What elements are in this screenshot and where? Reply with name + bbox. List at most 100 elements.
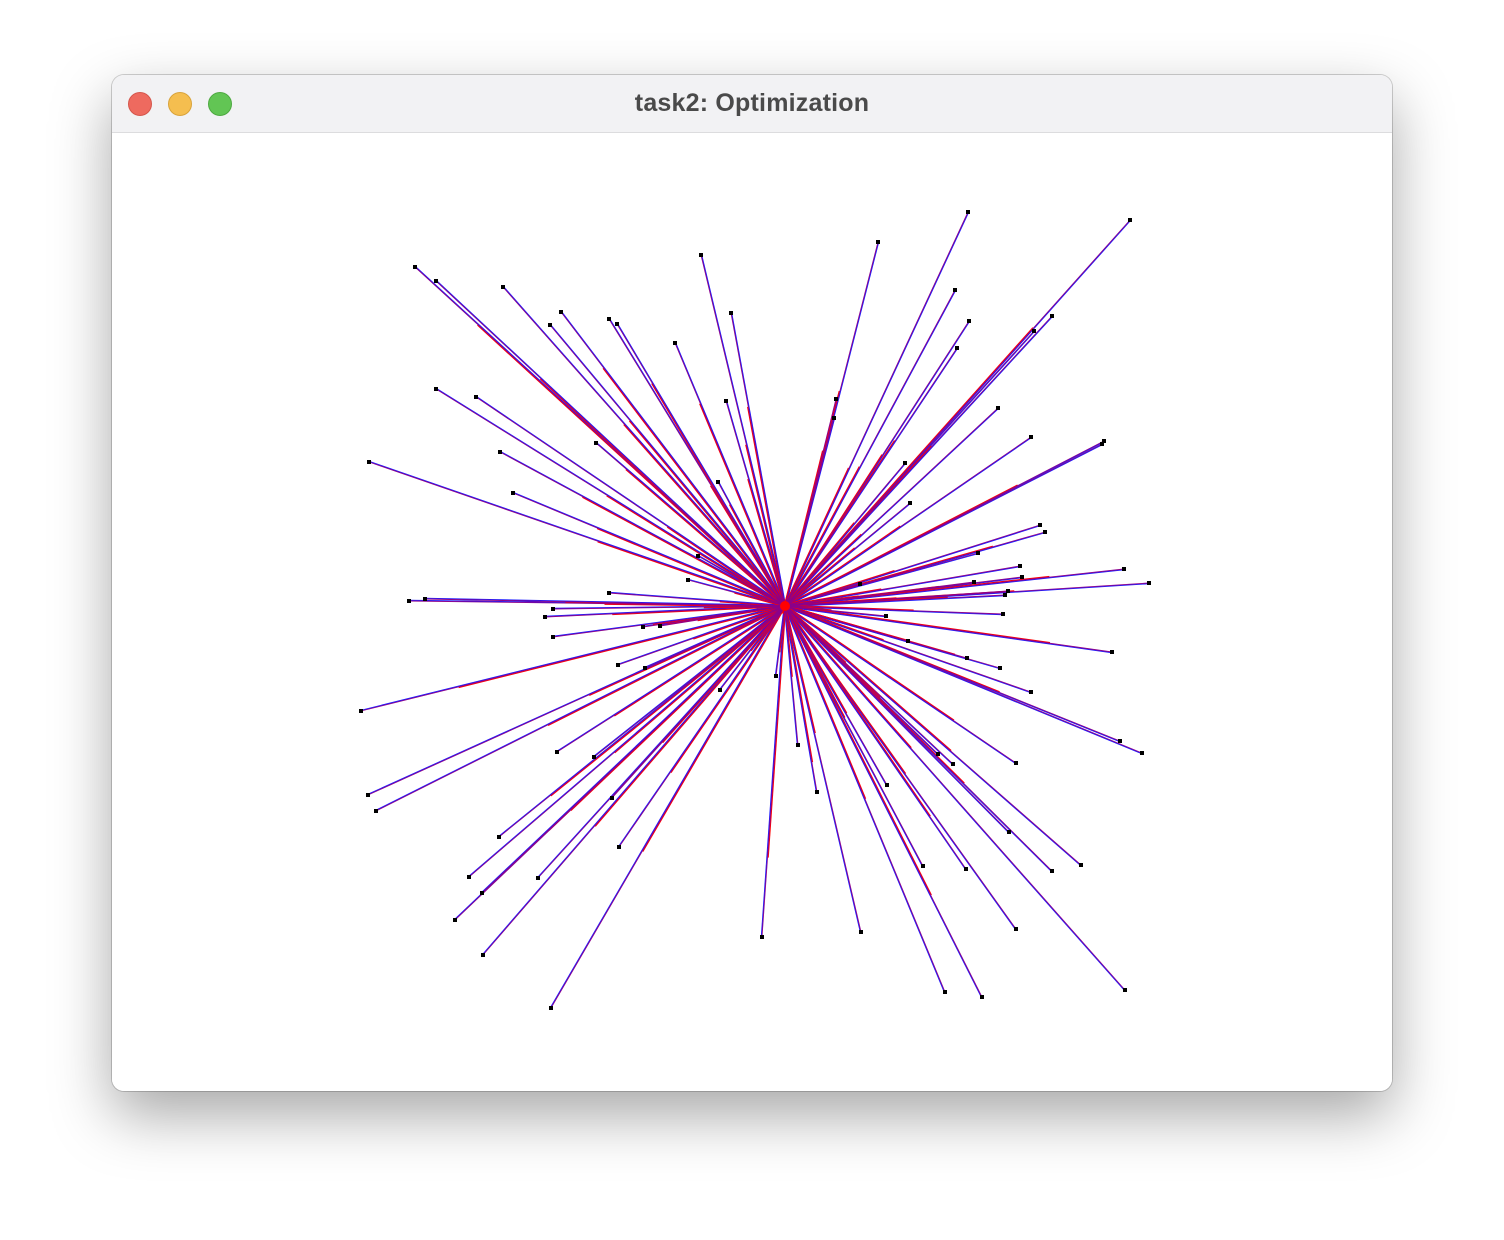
overlap-lines <box>360 211 1150 1009</box>
initial-edge <box>783 606 945 993</box>
edge <box>784 347 958 607</box>
node-point <box>976 551 980 555</box>
initial-edge <box>476 396 786 606</box>
node-point <box>1123 988 1127 992</box>
edge <box>784 605 1126 991</box>
edge <box>784 605 967 870</box>
node-point <box>1014 927 1018 931</box>
node-point <box>1020 575 1024 579</box>
node-point <box>955 346 959 350</box>
node-point <box>908 501 912 505</box>
node-point <box>1118 739 1122 743</box>
node-point <box>1128 218 1132 222</box>
node-point <box>592 755 596 759</box>
initial-edge <box>561 311 786 606</box>
node-point <box>696 554 700 558</box>
node-point <box>858 582 862 586</box>
node-point <box>497 835 501 839</box>
node-point <box>876 240 880 244</box>
node-point <box>511 491 515 495</box>
initial-edge <box>785 444 1103 608</box>
node-point <box>501 285 505 289</box>
node-point <box>658 624 662 628</box>
node-point <box>832 416 836 420</box>
edge <box>784 605 946 993</box>
edge <box>560 311 786 607</box>
node-point <box>551 635 555 639</box>
initial-edge <box>556 604 785 752</box>
node-point <box>549 1006 553 1010</box>
initial-edge <box>436 387 786 606</box>
node-point <box>643 666 647 670</box>
node-point <box>980 995 984 999</box>
node-point <box>921 864 925 868</box>
node-point <box>1043 530 1047 534</box>
initial-edge <box>784 606 966 870</box>
node-point <box>498 450 502 454</box>
node-point <box>543 615 547 619</box>
initial-edge <box>537 605 785 878</box>
node-point <box>616 663 620 667</box>
edge <box>537 605 786 879</box>
edge <box>550 605 786 1009</box>
node-point <box>796 743 800 747</box>
optimized-edge <box>625 469 785 607</box>
node-point <box>1100 442 1104 446</box>
node-point <box>1050 869 1054 873</box>
edge <box>595 442 786 607</box>
node-point <box>1003 593 1007 597</box>
node-point <box>943 990 947 994</box>
node-point <box>367 460 371 464</box>
node-point <box>536 876 540 880</box>
node-point <box>1079 863 1083 867</box>
edge <box>784 502 911 607</box>
node-point <box>555 750 559 754</box>
node-point <box>885 783 889 787</box>
node-point <box>374 809 378 813</box>
node-point <box>966 210 970 214</box>
node-point <box>996 406 1000 410</box>
edge <box>784 605 862 933</box>
initial-edge <box>617 323 787 606</box>
network-plot <box>359 210 1151 1010</box>
node-point <box>972 580 976 584</box>
node-point <box>1038 523 1042 527</box>
node-point <box>936 752 940 756</box>
node-point <box>953 288 957 292</box>
node-point <box>615 322 619 326</box>
edge <box>761 605 786 938</box>
optimized-edge <box>570 606 786 812</box>
node-point <box>559 310 563 314</box>
node-point <box>607 591 611 595</box>
node-point <box>366 793 370 797</box>
node-point <box>774 674 778 678</box>
node-point <box>1029 435 1033 439</box>
edge <box>414 266 786 607</box>
node-point <box>1007 830 1011 834</box>
edge <box>784 211 969 607</box>
node-point <box>481 953 485 957</box>
initial-edge <box>785 503 911 607</box>
edge <box>454 605 786 921</box>
node-point <box>423 597 427 601</box>
node-point <box>1014 761 1018 765</box>
title-bar[interactable]: task2: Optimization <box>112 75 1392 133</box>
node-point <box>551 607 555 611</box>
node-point <box>594 441 598 445</box>
hub-point <box>780 601 790 611</box>
plot-canvas <box>112 133 1392 1091</box>
node-point <box>1006 589 1010 593</box>
initial-edge <box>375 604 785 811</box>
node-point <box>1029 690 1033 694</box>
node-point <box>467 875 471 879</box>
edge <box>475 396 786 607</box>
node-point <box>1122 567 1126 571</box>
node-point <box>453 918 457 922</box>
initial-edge <box>784 606 1112 654</box>
node-point <box>967 319 971 323</box>
node-point <box>607 317 611 321</box>
optimized-edge <box>767 606 787 858</box>
node-point <box>686 578 690 582</box>
node-point <box>1018 564 1022 568</box>
edge <box>435 280 786 607</box>
